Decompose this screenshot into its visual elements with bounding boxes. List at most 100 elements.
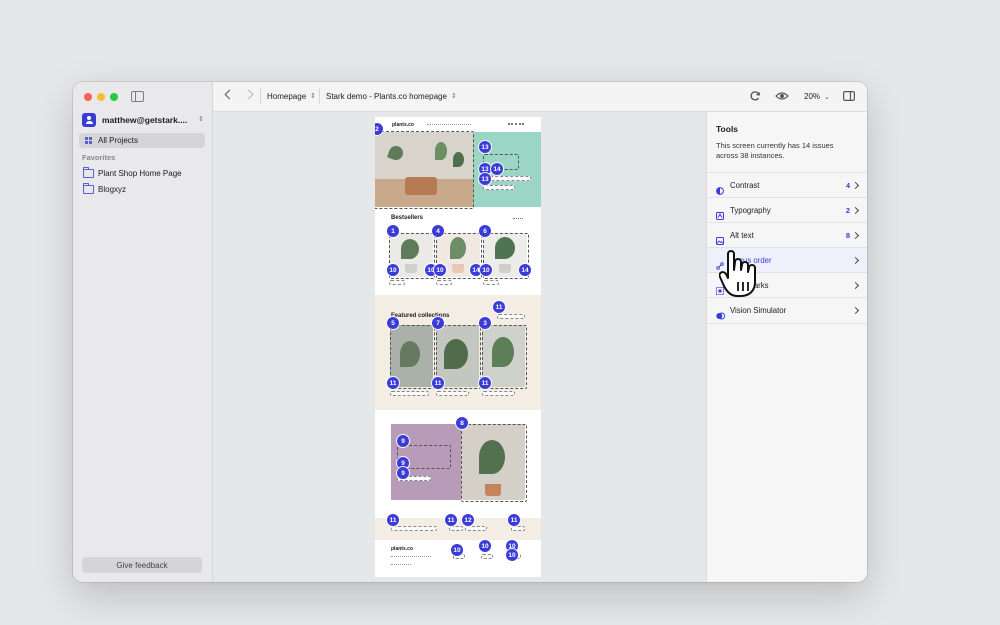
sidebar-item-plant-shop-home-page[interactable]: Plant Shop Home Page	[83, 166, 182, 179]
issue-badge[interactable]: 14	[519, 264, 531, 276]
window-controls	[84, 93, 118, 101]
chevron-right-icon	[851, 306, 860, 315]
issue-badge[interactable]: 10	[434, 264, 446, 276]
issue-badge[interactable]: 6	[479, 225, 491, 237]
folder-icon	[83, 182, 94, 194]
vision-simulator-icon	[716, 307, 726, 319]
chevron-right-icon	[851, 256, 860, 265]
tool-contrast[interactable]: Contrast 4	[707, 172, 867, 198]
issue-badge[interactable]: 5	[387, 317, 399, 329]
issue-badge[interactable]: 3	[479, 317, 491, 329]
issue-badge[interactable]: 11	[387, 377, 399, 389]
issue-badge[interactable]: 9	[397, 435, 409, 447]
issue-badge[interactable]: 11	[432, 377, 444, 389]
issue-badge[interactable]: 10	[479, 540, 491, 552]
updown-chevron-icon: ⇕	[198, 116, 204, 123]
chevron-down-icon: ⌄	[824, 93, 830, 101]
chevron-right-icon	[851, 281, 860, 290]
file-select[interactable]: Stark demo - Plants.co homepage ⇕	[322, 90, 461, 103]
file-select-value: Stark demo - Plants.co homepage	[326, 92, 447, 101]
sidebar-item-blogxyz[interactable]: Blogxyz	[83, 182, 127, 195]
chevron-right-icon	[851, 231, 860, 240]
chevron-right-icon	[851, 181, 860, 190]
issue-badge[interactable]: 10	[506, 549, 518, 561]
tools-description: This screen currently has 14 issues acro…	[716, 141, 834, 160]
chevron-right-icon	[851, 206, 860, 215]
toolbar-divider	[319, 88, 320, 104]
tool-label: Alt text	[730, 231, 754, 240]
issue-badge[interactable]: 9	[397, 467, 409, 479]
sidebar: matthew@getstark.... ⇕ All Projects Favo…	[73, 82, 213, 582]
tool-label: Vision Simulator	[730, 306, 787, 315]
user-icon	[82, 112, 96, 127]
minimize-window-button[interactable]	[97, 93, 105, 101]
contrast-icon	[716, 182, 724, 195]
issue-badge[interactable]: 11	[387, 514, 399, 526]
issue-badge[interactable]: 1	[387, 225, 399, 237]
issue-badge[interactable]: 10	[387, 264, 399, 276]
updown-chevron-icon: ⇕	[450, 93, 457, 100]
issue-badge[interactable]: 13	[479, 173, 491, 185]
issue-badge[interactable]: 8	[456, 417, 468, 429]
give-feedback-button[interactable]: Give feedback	[82, 557, 202, 573]
favorites-heading: Favorites	[82, 153, 116, 162]
issue-badge[interactable]: 11	[479, 377, 491, 389]
folder-icon	[83, 166, 94, 178]
preview-hero	[375, 131, 541, 209]
tools-panel: Tools This screen currently has 14 issue…	[706, 112, 867, 582]
tool-vision-simulator[interactable]: Vision Simulator	[707, 297, 867, 324]
page-select-value: Homepage	[267, 92, 307, 101]
account-switcher[interactable]: matthew@getstark.... ⇕	[82, 112, 204, 127]
issue-badge[interactable]: 14	[491, 163, 503, 175]
issue-badge[interactable]: 11	[508, 514, 520, 526]
panel-toggle-icon[interactable]	[842, 89, 856, 103]
preview-nav-icons	[508, 123, 524, 127]
refresh-icon[interactable]	[748, 89, 762, 103]
issue-badge[interactable]: 10	[480, 264, 492, 276]
toolbar: Homepage ⇕ Stark demo - Plants.co homepa…	[213, 82, 867, 112]
back-arrow-icon[interactable]	[224, 89, 235, 100]
sidebar-toggle-icon[interactable]	[131, 91, 144, 102]
alt-text-icon	[716, 232, 724, 245]
grid-icon	[85, 137, 92, 144]
zoom-select[interactable]: 20% ⌄	[800, 90, 834, 103]
preview-featured: Featured collections	[375, 295, 541, 410]
sidebar-item-label: Blogxyz	[98, 184, 127, 194]
issue-badge[interactable]: 11	[445, 514, 457, 526]
app-window: matthew@getstark.... ⇕ All Projects Favo…	[73, 82, 867, 582]
tools-title: Tools	[716, 124, 739, 134]
page-preview[interactable]: plants.co Bestsellers Featured collectio…	[375, 117, 541, 577]
updown-chevron-icon: ⇕	[310, 93, 317, 100]
bestsellers-heading: Bestsellers	[391, 215, 424, 221]
tool-typography[interactable]: Typography 2	[707, 197, 867, 223]
typography-icon	[716, 207, 724, 220]
tool-alt-text[interactable]: Alt text 8	[707, 222, 867, 248]
tool-label: Contrast	[730, 181, 760, 190]
hand-cursor-icon	[719, 250, 756, 297]
preview-logo: plants.co	[392, 122, 414, 128]
zoom-value: 20%	[804, 92, 821, 101]
sidebar-item-label: Plant Shop Home Page	[98, 168, 182, 178]
preview-bestsellers: Bestsellers	[375, 207, 541, 295]
account-name: matthew@getstark....	[102, 114, 188, 125]
sidebar-item-label: All Projects	[98, 136, 139, 145]
tool-label: Typography	[730, 206, 771, 215]
footer-logo: plants.co	[391, 546, 413, 552]
canvas[interactable]: plants.co Bestsellers Featured collectio…	[213, 112, 706, 582]
forward-arrow-icon[interactable]	[243, 89, 254, 100]
issue-badge[interactable]: 11	[493, 301, 505, 313]
close-window-button[interactable]	[84, 93, 92, 101]
issue-badge[interactable]: 12	[462, 514, 474, 526]
page-select[interactable]: Homepage ⇕	[263, 90, 320, 103]
zoom-window-button[interactable]	[110, 93, 118, 101]
preview-nav	[427, 124, 471, 126]
eye-icon[interactable]	[775, 89, 789, 103]
issue-badge[interactable]: 10	[451, 544, 463, 556]
issue-badge[interactable]: 4	[432, 225, 444, 237]
issue-badge[interactable]: 13	[479, 141, 491, 153]
issue-count: 4	[845, 181, 850, 190]
sidebar-item-all-projects[interactable]: All Projects	[79, 133, 205, 148]
issue-count: 2	[845, 206, 850, 215]
issue-badge[interactable]: 7	[432, 317, 444, 329]
toolbar-divider	[260, 88, 261, 104]
